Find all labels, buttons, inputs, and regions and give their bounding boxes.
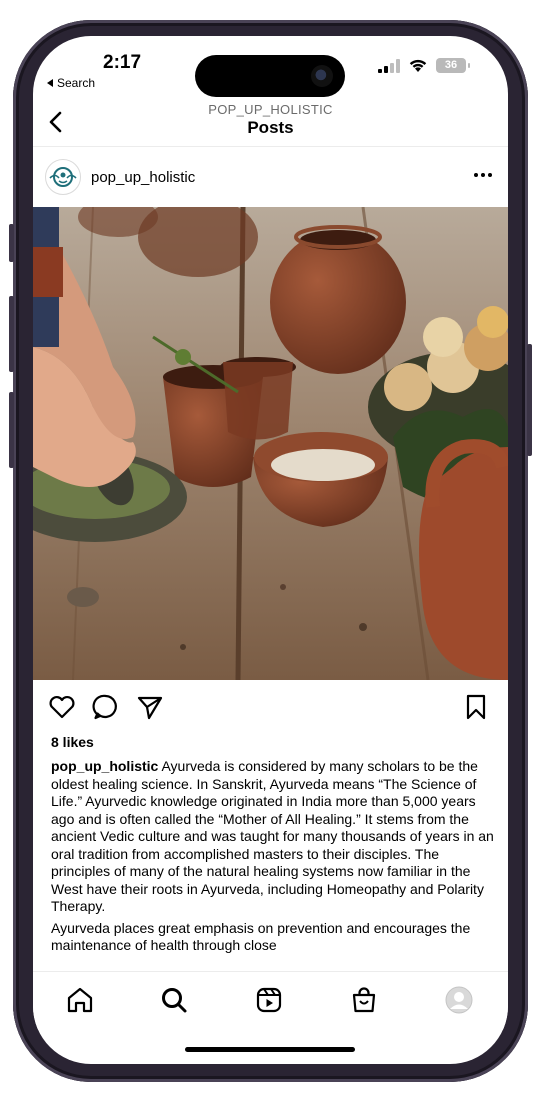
camera-icon: [311, 65, 333, 87]
profile-icon[interactable]: [443, 984, 475, 1016]
comment-icon[interactable]: [91, 692, 121, 722]
caption-text: Ayurveda is considered by many scholars …: [51, 758, 494, 914]
post-image[interactable]: [33, 207, 508, 680]
home-indicator[interactable]: [185, 1047, 355, 1052]
status-icons: 36: [378, 58, 470, 73]
brand-logo-icon: [49, 167, 77, 187]
signal-icon: [378, 58, 400, 73]
page-title: Posts: [247, 118, 294, 137]
caption-text-continued: Ayurveda places great emphasis on preven…: [51, 919, 471, 954]
battery-indicator: 36: [436, 58, 470, 73]
back-app-label: Search: [57, 76, 96, 90]
post-header: pop_up_holistic: [33, 156, 508, 204]
status-time: 2:17: [103, 52, 142, 73]
profile-avatar[interactable]: [45, 159, 81, 195]
send-icon[interactable]: [135, 692, 165, 722]
dynamic-island: [195, 55, 345, 97]
likes-count[interactable]: 8 likes: [51, 734, 94, 750]
caption-username[interactable]: pop_up_holistic: [51, 758, 158, 774]
heart-icon[interactable]: [47, 692, 77, 722]
mute-switch: [9, 224, 14, 262]
volume-up-button: [9, 296, 14, 372]
back-triangle-icon: [47, 79, 53, 87]
volume-down-button: [9, 392, 14, 468]
power-button: [527, 344, 532, 456]
back-to-app[interactable]: Search: [47, 76, 95, 90]
bottom-tab-bar: [33, 971, 508, 1030]
search-icon[interactable]: [158, 984, 190, 1016]
wifi-icon: [409, 59, 427, 72]
header-username: POP_UP_HOLISTIC: [208, 102, 333, 117]
post-username[interactable]: pop_up_holistic: [91, 169, 195, 186]
bookmark-icon[interactable]: [461, 692, 491, 722]
screen: 2:17 Search 36 POP_UP_HOLISTIC Posts pop…: [33, 36, 508, 1064]
reels-icon[interactable]: [253, 984, 285, 1016]
post-caption: pop_up_holistic Ayurveda is considered b…: [51, 758, 497, 955]
home-icon[interactable]: [64, 984, 96, 1016]
post-photo-illustration: [33, 207, 508, 680]
posts-header: POP_UP_HOLISTIC Posts: [33, 100, 508, 147]
post-actions: [33, 692, 508, 724]
more-horizontal-icon[interactable]: [472, 164, 494, 186]
shop-icon[interactable]: [348, 984, 380, 1016]
